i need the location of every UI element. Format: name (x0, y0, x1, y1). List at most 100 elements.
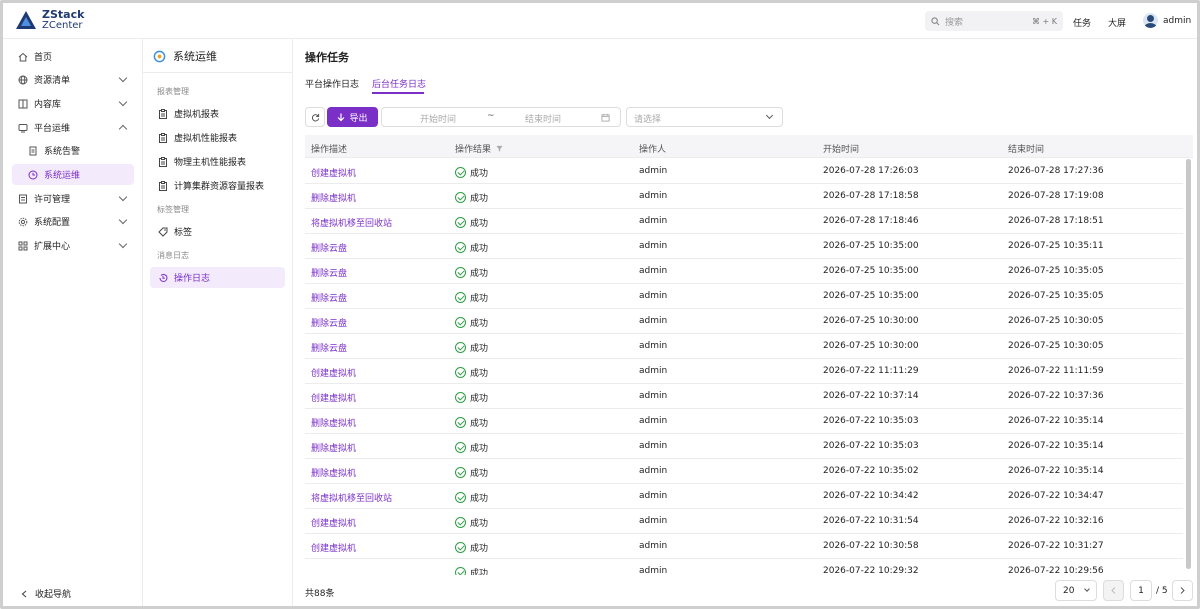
subnav-item-cluster-capacity-report[interactable]: 计算集群资源容量报表 (150, 175, 285, 196)
operation-description-link[interactable]: 创建虚拟机 (311, 391, 356, 404)
table-row[interactable]: 将虚拟机移至回收站 成功 admin 2026-07-28 17:18:46 2026-… (305, 209, 1183, 234)
logo[interactable]: ZStack ZCenter (15, 9, 84, 31)
operator-cell: admin (639, 341, 668, 351)
operator-cell: admin (639, 166, 668, 176)
scrollbar-thumb[interactable] (1186, 159, 1191, 569)
start-time-input[interactable]: 开始时间 (420, 112, 456, 125)
start-time-cell: 2026-07-28 17:18:46 (823, 216, 919, 226)
table-row[interactable]: 创建虚拟机 成功 admin 2026-07-22 10:31:54 2026-07-2… (305, 509, 1183, 534)
operator-cell: admin (639, 316, 668, 326)
operation-description-link[interactable]: 删除虚拟机 (311, 441, 356, 454)
table-row[interactable]: 将虚拟机移至回收站 成功 admin 2026-07-22 10:34:42 2026-… (305, 484, 1183, 509)
table-row[interactable]: 删除云盘 成功 admin 2026-07-25 10:35:00 2026-07-25… (305, 234, 1183, 259)
table-row[interactable]: 删除云盘 成功 admin 2026-07-25 10:35:00 2026-07-25… (305, 259, 1183, 284)
result-cell: 成功 (455, 241, 488, 254)
refresh-button[interactable] (305, 107, 325, 127)
table-row[interactable]: 删除云盘 成功 admin 2026-07-25 10:30:00 2026-07-25… (305, 334, 1183, 359)
sub-sidebar: 系统运维 报表管理 虚拟机报表 虚拟机性能报表 物理主机性能报表 计算集群资源容… (143, 39, 293, 606)
subnav-item-tags[interactable]: 标签 (150, 221, 285, 242)
nav-item-resources[interactable]: 资源清单 (12, 69, 134, 90)
table-scrollbar[interactable] (1186, 159, 1191, 569)
nav-item-system-config[interactable]: 系统配置 (12, 211, 134, 232)
operator-cell: admin (639, 566, 668, 575)
nav-item-label: 首页 (34, 53, 53, 63)
alert-doc-icon (28, 146, 38, 156)
result-label: 成功 (470, 194, 489, 204)
filter-select[interactable]: 请选择 (626, 107, 783, 127)
operation-description-link[interactable]: 创建虚拟机 (311, 366, 356, 379)
tab-background-task-log[interactable]: 后台任务日志 (372, 77, 426, 90)
nav-item-platform-ops[interactable]: 平台运维 (12, 117, 134, 138)
operation-description-link[interactable]: 删除虚拟机 (311, 191, 356, 204)
search-input[interactable]: 搜索 ⌘ + K (925, 11, 1063, 31)
filter-icon[interactable] (496, 145, 503, 152)
operation-description-link[interactable]: 删除虚拟机 (311, 466, 356, 479)
nav-item-home[interactable]: 首页 (12, 46, 134, 67)
operation-description-link[interactable]: 删除虚拟机 (311, 416, 356, 429)
result-label: 成功 (470, 319, 489, 329)
operation-description-link[interactable]: 将虚拟机移至回收站 (311, 491, 392, 504)
operation-description-link[interactable]: 创建虚拟机 (311, 516, 356, 529)
operation-description-link[interactable]: 创建虚拟机 (311, 166, 356, 179)
tag-icon (158, 227, 168, 237)
table-row[interactable]: 创建虚拟机 成功 admin 2026-07-28 17:26:03 2026-07-2… (305, 159, 1183, 184)
success-check-icon (455, 492, 466, 503)
subnav-item-label: 计算集群资源容量报表 (174, 182, 265, 192)
history-icon (158, 273, 168, 283)
clipboard-icon (158, 108, 168, 119)
next-page-button[interactable] (1172, 580, 1193, 601)
nav-item-label: 系统运维 (44, 171, 81, 181)
table-footer: 共88条 20 1 / 5 (305, 580, 1193, 602)
subnav-item-vm-report[interactable]: 虚拟机报表 (150, 103, 285, 124)
operation-description-link[interactable]: 删除云盘 (311, 291, 347, 304)
prev-page-button[interactable] (1103, 580, 1124, 601)
table-row[interactable]: 删除云盘 成功 admin 2026-07-25 10:35:00 2026-07-25… (305, 284, 1183, 309)
zstack-logo-icon (16, 11, 36, 29)
start-time-cell: 2026-07-25 10:30:00 (823, 316, 919, 326)
start-time-cell: 2026-07-22 11:11:29 (823, 366, 919, 376)
subnav-item-vm-perf-report[interactable]: 虚拟机性能报表 (150, 127, 285, 148)
nav-item-license[interactable]: 许可管理 (12, 188, 134, 209)
export-button[interactable]: 导出 (327, 107, 378, 127)
subnav-item-label: 虚拟机报表 (174, 110, 220, 120)
nav-item-extensions[interactable]: 扩展中心 (12, 235, 134, 256)
nav-item-system-alerts[interactable]: 系统告警 (12, 140, 134, 161)
success-check-icon (455, 517, 466, 528)
table-row[interactable]: 删除云盘 成功 admin 2026-07-25 10:30:00 2026-07-25… (305, 309, 1183, 334)
operation-description-link[interactable]: 删除云盘 (311, 266, 347, 279)
operation-description-link[interactable]: 删除云盘 (311, 341, 347, 354)
tab-platform-log[interactable]: 平台操作日志 (305, 77, 359, 90)
table-row[interactable]: 创建虚拟机 成功 admin 2026-07-22 10:30:58 2026-07-2… (305, 534, 1183, 559)
page-number-input[interactable]: 1 (1130, 580, 1152, 601)
subnav-item-operation-log[interactable]: 操作日志 (150, 267, 285, 288)
operation-description-link[interactable]: 删除云盘 (311, 241, 347, 254)
nav-item-system-ops[interactable]: 系统运维 (12, 164, 134, 185)
bigscreen-link[interactable]: 大屏 (1108, 16, 1126, 29)
collapse-nav-button[interactable]: 收起导航 (21, 587, 71, 600)
operator-cell: admin (639, 291, 668, 301)
start-time-cell: 2026-07-22 10:34:42 (823, 491, 919, 501)
table-row[interactable]: 删除虚拟机 成功 admin 2026-07-22 10:35:02 2026-07-2… (305, 459, 1183, 484)
operation-description-link[interactable]: 创建虚拟机 (311, 541, 356, 554)
table-row[interactable]: 删除虚拟机 成功 admin 2026-07-22 10:35:03 2026-07-2… (305, 409, 1183, 434)
start-time-cell: 2026-07-25 10:35:00 (823, 266, 919, 276)
table-row[interactable]: 删除虚拟机 成功 admin 2026-07-22 10:35:03 2026-07-2… (305, 434, 1183, 459)
page-size-select[interactable]: 20 (1055, 580, 1097, 601)
user-menu[interactable]: admin (1143, 13, 1191, 28)
tasks-link[interactable]: 任务 (1073, 16, 1091, 29)
column-header-end-time: 结束时间 (1008, 145, 1045, 155)
table-row[interactable]: 创建虚拟机 成功 admin 2026-07-22 11:11:29 2026-07-2… (305, 359, 1183, 384)
table-row[interactable]: 成功 admin 2026-07-22 10:29:32 2026-07-22 10:… (305, 559, 1183, 575)
operation-description-link[interactable]: 将虚拟机移至回收站 (311, 216, 392, 229)
table-row[interactable]: 删除虚拟机 成功 admin 2026-07-28 17:18:58 2026-07-2… (305, 184, 1183, 209)
operation-description-link[interactable]: 删除云盘 (311, 316, 347, 329)
total-count: 共88条 (305, 589, 335, 599)
table-row[interactable]: 创建虚拟机 成功 admin 2026-07-22 10:37:14 2026-07-2… (305, 384, 1183, 409)
chevron-up-icon (118, 124, 128, 134)
date-range-picker[interactable]: 开始时间 ~ 结束时间 (381, 107, 621, 127)
nav-item-label: 内容库 (34, 100, 62, 110)
end-time-cell: 2026-07-28 17:18:51 (1008, 216, 1104, 226)
subnav-item-host-perf-report[interactable]: 物理主机性能报表 (150, 151, 285, 172)
nav-item-library[interactable]: 内容库 (12, 93, 134, 114)
end-time-input[interactable]: 结束时间 (525, 112, 561, 125)
